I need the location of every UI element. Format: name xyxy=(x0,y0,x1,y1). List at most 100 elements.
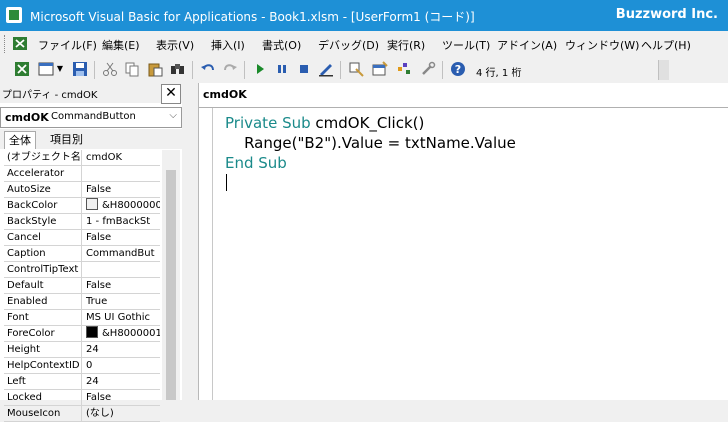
menu-window[interactable]: ウィンドウ(W) xyxy=(565,37,639,53)
keyword: Private Sub xyxy=(225,114,311,132)
menu-help[interactable]: ヘルプ(H) xyxy=(641,37,691,53)
property-row[interactable]: Left 24 xyxy=(4,374,160,390)
menu-tools[interactable]: ツール(T) xyxy=(442,37,490,53)
property-row[interactable]: BackStyle 1 - fmBackSt xyxy=(4,214,160,230)
excel-icon[interactable] xyxy=(12,36,28,51)
property-row[interactable]: Height 24 xyxy=(4,342,160,358)
property-row[interactable]: (オブジェクト名) cmdOK xyxy=(4,150,160,166)
help-icon[interactable]: ? xyxy=(450,61,466,77)
object-select[interactable]: cmdOK CommandButton ⌵ xyxy=(0,107,182,128)
properties-icon[interactable] xyxy=(372,61,388,77)
property-name: Height xyxy=(4,342,82,357)
property-value[interactable]: cmdOK xyxy=(83,150,160,165)
paste-icon[interactable] xyxy=(147,61,163,77)
property-value[interactable]: 24 xyxy=(83,342,160,357)
code-line-2[interactable]: Range("B2").Value = txtName.Value xyxy=(225,134,516,152)
find-icon[interactable] xyxy=(170,61,186,77)
menu-edit[interactable]: 編集(E) xyxy=(102,37,140,53)
property-value-text: &H8000001 xyxy=(102,328,160,339)
run-icon[interactable] xyxy=(252,61,268,77)
property-row[interactable]: Default False xyxy=(4,278,160,294)
menu-bar: ファイル(F) 編集(E) 表示(V) 挿入(I) 書式(O) デバッグ(D) … xyxy=(0,31,728,57)
object-name: cmdOK xyxy=(5,111,49,124)
property-value[interactable] xyxy=(83,262,160,277)
text-caret xyxy=(226,174,227,191)
splitter[interactable] xyxy=(182,83,198,400)
menu-view[interactable]: 表示(V) xyxy=(156,37,194,53)
menu-grip[interactable] xyxy=(4,35,8,53)
property-value[interactable] xyxy=(83,166,160,181)
menu-format[interactable]: 書式(O) xyxy=(262,37,301,53)
copy-icon[interactable] xyxy=(124,61,140,77)
save-icon[interactable] xyxy=(72,61,88,77)
property-row[interactable]: MouseIcon (なし) xyxy=(4,406,160,422)
property-value[interactable]: CommandBut xyxy=(83,246,160,261)
property-row[interactable]: BackColor &H8000000 xyxy=(4,198,160,214)
property-row[interactable]: AutoSize False xyxy=(4,182,160,198)
property-value[interactable]: False xyxy=(83,230,160,245)
property-row[interactable]: Caption CommandBut xyxy=(4,246,160,262)
property-row[interactable]: Enabled True xyxy=(4,294,160,310)
menu-run[interactable]: 実行(R) xyxy=(387,37,425,53)
break-icon[interactable] xyxy=(274,61,290,77)
close-icon[interactable]: ✕ xyxy=(161,84,181,104)
design-mode-icon[interactable] xyxy=(318,61,334,77)
menu-addins[interactable]: アドイン(A) xyxy=(497,37,557,53)
property-value[interactable]: 0 xyxy=(83,358,160,373)
scrollbar-thumb[interactable] xyxy=(166,170,176,400)
toolbox-icon[interactable] xyxy=(420,61,436,77)
reset-icon[interactable] xyxy=(296,61,312,77)
toolbar-separator xyxy=(192,61,193,79)
property-scrollbar[interactable] xyxy=(162,150,180,400)
object-browser-icon[interactable] xyxy=(396,61,412,77)
property-value[interactable]: MS UI Gothic xyxy=(83,310,160,325)
menu-file[interactable]: ファイル(F) xyxy=(38,37,97,53)
property-value-text: &H8000000 xyxy=(102,200,160,211)
property-row[interactable]: Locked False xyxy=(4,390,160,406)
property-row[interactable]: ForeColor &H8000001 xyxy=(4,326,160,342)
property-value[interactable]: True xyxy=(83,294,160,309)
procedure-select[interactable]: cmdOK xyxy=(199,83,728,108)
toolbar-options[interactable] xyxy=(658,60,669,80)
cursor-position: 4 行, 1 桁 xyxy=(476,68,522,79)
property-name: Font xyxy=(4,310,82,325)
property-row[interactable]: Cancel False xyxy=(4,230,160,246)
project-explorer-icon[interactable] xyxy=(348,61,364,77)
undo-icon[interactable] xyxy=(200,61,216,77)
properties-title: プロパティ - cmdOK xyxy=(2,90,98,101)
property-value[interactable]: (なし) xyxy=(83,406,160,421)
property-row[interactable]: ControlTipText xyxy=(4,262,160,278)
code-line-3[interactable]: End Sub xyxy=(225,154,287,172)
property-value[interactable]: False xyxy=(83,278,160,293)
title-bar: Microsoft Visual Basic for Applications … xyxy=(0,0,728,31)
chevron-down-icon[interactable]: ▼ xyxy=(56,61,64,77)
property-value[interactable]: &H8000000 xyxy=(83,198,160,213)
vba-app-icon[interactable] xyxy=(6,7,22,23)
menu-insert[interactable]: 挿入(I) xyxy=(211,37,245,53)
cut-icon[interactable] xyxy=(102,61,118,77)
property-value[interactable]: False xyxy=(83,390,160,405)
code-text: cmdOK_Click() xyxy=(310,114,425,132)
svg-text:?: ? xyxy=(455,63,461,76)
property-row[interactable]: Font MS UI Gothic xyxy=(4,310,160,326)
property-value[interactable]: 24 xyxy=(83,374,160,389)
property-name: MouseIcon xyxy=(4,406,82,421)
tab-alphabetic[interactable]: 全体 xyxy=(4,131,36,149)
properties-window: プロパティ - cmdOK ✕ cmdOK CommandButton ⌵ 全体… xyxy=(0,83,183,422)
excel-icon[interactable] xyxy=(14,61,30,77)
toolbar-separator xyxy=(244,61,245,79)
property-value[interactable]: False xyxy=(83,182,160,197)
keyword: End Sub xyxy=(225,154,287,172)
redo-icon[interactable] xyxy=(222,61,238,77)
property-row[interactable]: HelpContextID 0 xyxy=(4,358,160,374)
property-name: BackColor xyxy=(4,198,82,213)
code-window: cmdOK Private Sub cmdOK_Click() Range("B… xyxy=(198,83,728,400)
insert-userform-icon[interactable] xyxy=(38,61,54,77)
menu-debug[interactable]: デバッグ(D) xyxy=(318,37,379,53)
property-value[interactable]: 1 - fmBackSt xyxy=(83,214,160,229)
tab-categorized[interactable]: 項目別 xyxy=(46,131,87,148)
property-value[interactable]: &H8000001 xyxy=(83,326,160,341)
property-row[interactable]: Accelerator xyxy=(4,166,160,182)
code-line-1[interactable]: Private Sub cmdOK_Click() xyxy=(225,114,424,132)
properties-tabs: 全体 項目別 xyxy=(0,129,182,149)
